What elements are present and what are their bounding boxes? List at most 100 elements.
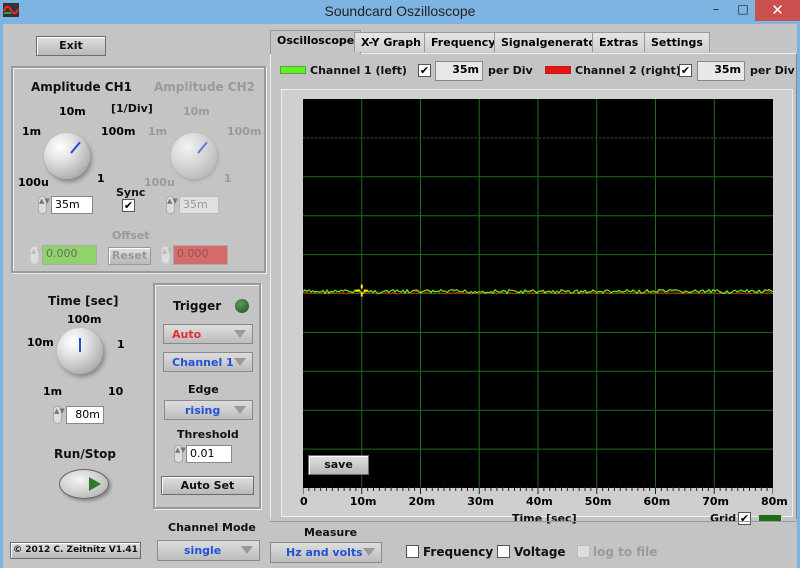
voltage-label: Voltage: [514, 545, 566, 559]
amp-ch2-tick: 1: [224, 172, 232, 185]
x-tick-label: 50m: [584, 495, 612, 508]
amp-ch1-tick: 10m: [59, 105, 86, 118]
sync-checkbox[interactable]: ✔: [122, 199, 135, 212]
channel-mode-dropdown[interactable]: single: [157, 540, 260, 561]
time-tick: 1m: [43, 385, 63, 398]
maximize-button[interactable]: □: [733, 0, 753, 21]
trigger-source-dropdown[interactable]: Channel 1: [163, 352, 253, 372]
autoset-button[interactable]: Auto Set: [161, 476, 254, 495]
trigger-led: [235, 299, 249, 313]
amp-ch2-spinner: ▲▼: [166, 196, 178, 214]
frequency-checkbox[interactable]: [406, 545, 419, 558]
amp-ch2-knob: [171, 133, 217, 179]
ch2-per-div-unit: per Div: [750, 64, 795, 77]
time-tick: 10: [108, 385, 124, 398]
channel-mode-value: single: [184, 544, 222, 557]
amp-ch1-tick: 100u: [18, 176, 49, 189]
frequency-label: Frequency: [423, 545, 494, 559]
ch2-enable-checkbox[interactable]: ✔: [679, 64, 692, 77]
offset-ch2-value: 0.000: [173, 245, 228, 265]
threshold-spinner[interactable]: ▲▼: [174, 445, 186, 463]
ch1-enable-checkbox[interactable]: ✔: [418, 64, 431, 77]
runstop-button[interactable]: [59, 469, 109, 499]
ch1-per-div-unit: per Div: [488, 64, 533, 77]
x-tick-label: 20m: [408, 495, 436, 508]
offset-ch1-value: 0.000: [42, 245, 97, 265]
channel-mode-label: Channel Mode: [168, 521, 256, 534]
time-tick: 1: [117, 338, 125, 351]
time-tick: 10m: [27, 336, 54, 349]
save-button[interactable]: save: [308, 455, 369, 475]
ch2-label: Channel 2 (right): [575, 64, 681, 77]
threshold-label: Threshold: [177, 428, 239, 441]
runstop-label: Run/Stop: [54, 447, 116, 461]
log-to-file-checkbox: [577, 545, 590, 558]
ch1-label: Channel 1 (left): [310, 64, 407, 77]
div-unit-label: [1/Div]: [111, 102, 153, 115]
x-tick-label: 60m: [643, 495, 671, 508]
chevron-down-icon: [234, 330, 246, 338]
tab-frequency[interactable]: Frequency: [424, 32, 503, 52]
time-knob[interactable]: [57, 328, 103, 374]
amp-ch2-value: 35m: [179, 196, 219, 214]
ch2-per-div-value[interactable]: 35m: [697, 61, 745, 81]
tab-xy-graph[interactable]: X-Y Graph: [354, 32, 428, 52]
amp-ch1-title: Amplitude CH1: [31, 80, 132, 94]
knob-indicator: [79, 338, 81, 352]
chevron-down-icon: [234, 406, 246, 414]
time-tick: 100m: [67, 313, 102, 326]
ch1-color-swatch[interactable]: [280, 66, 306, 74]
tab-extras[interactable]: Extras: [592, 32, 646, 52]
offset-label: Offset: [112, 229, 150, 242]
tab-oscilloscope[interactable]: Oscilloscope: [270, 30, 362, 54]
amp-ch2-tick: 100m: [227, 125, 262, 138]
ch2-color-swatch[interactable]: [545, 66, 571, 74]
x-tick-label: 30m: [467, 495, 495, 508]
grid-checkbox[interactable]: ✔: [738, 512, 751, 525]
trigger-edge-value: rising: [185, 404, 221, 417]
title-bar: Soundcard Oszilloscope – □ ✕: [0, 0, 800, 24]
amp-ch2-tick: 1m: [148, 125, 168, 138]
chevron-down-icon: [241, 546, 253, 554]
close-button[interactable]: ✕: [755, 0, 800, 21]
offset-reset-button: Reset: [108, 247, 151, 265]
threshold-value[interactable]: 0.01: [186, 445, 232, 463]
amp-ch1-value[interactable]: 35m: [51, 196, 93, 214]
time-spinner[interactable]: ▲▼: [53, 406, 65, 424]
copyright-label: © 2012 C. Zeitnitz V1.41: [10, 542, 141, 559]
trigger-mode-dropdown[interactable]: Auto: [163, 324, 253, 344]
amp-ch1-tick: 1m: [22, 125, 42, 138]
trigger-edge-dropdown[interactable]: rising: [164, 400, 253, 420]
minimize-button[interactable]: –: [705, 0, 727, 21]
amp-ch1-spinner[interactable]: ▲▼: [38, 196, 50, 214]
amp-ch1-tick: 100m: [101, 125, 136, 138]
tab-settings[interactable]: Settings: [644, 32, 710, 52]
play-icon: [89, 477, 101, 491]
trigger-title: Trigger: [173, 299, 222, 313]
grid-label: Grid: [710, 512, 737, 525]
x-axis: [303, 487, 773, 494]
trigger-mode-value: Auto: [172, 328, 202, 341]
amp-ch1-knob[interactable]: [44, 133, 90, 179]
time-value[interactable]: 80m: [66, 406, 104, 424]
amp-ch2-tick: 10m: [183, 105, 210, 118]
x-tick-label: 80m: [761, 495, 788, 508]
log-to-file-label: log to file: [593, 545, 658, 559]
measure-divider: [270, 521, 797, 522]
edge-label: Edge: [188, 383, 219, 396]
offset-ch1-spinner: ▲▼: [30, 246, 42, 264]
offset-ch2-spinner: ▲▼: [161, 246, 173, 264]
chevron-down-icon: [234, 358, 246, 366]
exit-button[interactable]: Exit: [36, 36, 106, 56]
measure-mode-dropdown[interactable]: Hz and volts: [270, 542, 382, 563]
chevron-down-icon: [363, 548, 375, 556]
x-tick-label: 0: [300, 495, 308, 508]
knob-indicator: [197, 141, 208, 154]
voltage-checkbox[interactable]: [497, 545, 510, 558]
measure-mode-value: Hz and volts: [286, 546, 363, 559]
x-tick-label: 10m: [349, 495, 377, 508]
oscilloscope-plot[interactable]: [303, 99, 773, 489]
sync-label: Sync: [116, 186, 146, 199]
x-tick-label: 70m: [702, 495, 730, 508]
ch1-per-div-value[interactable]: 35m: [435, 61, 483, 81]
